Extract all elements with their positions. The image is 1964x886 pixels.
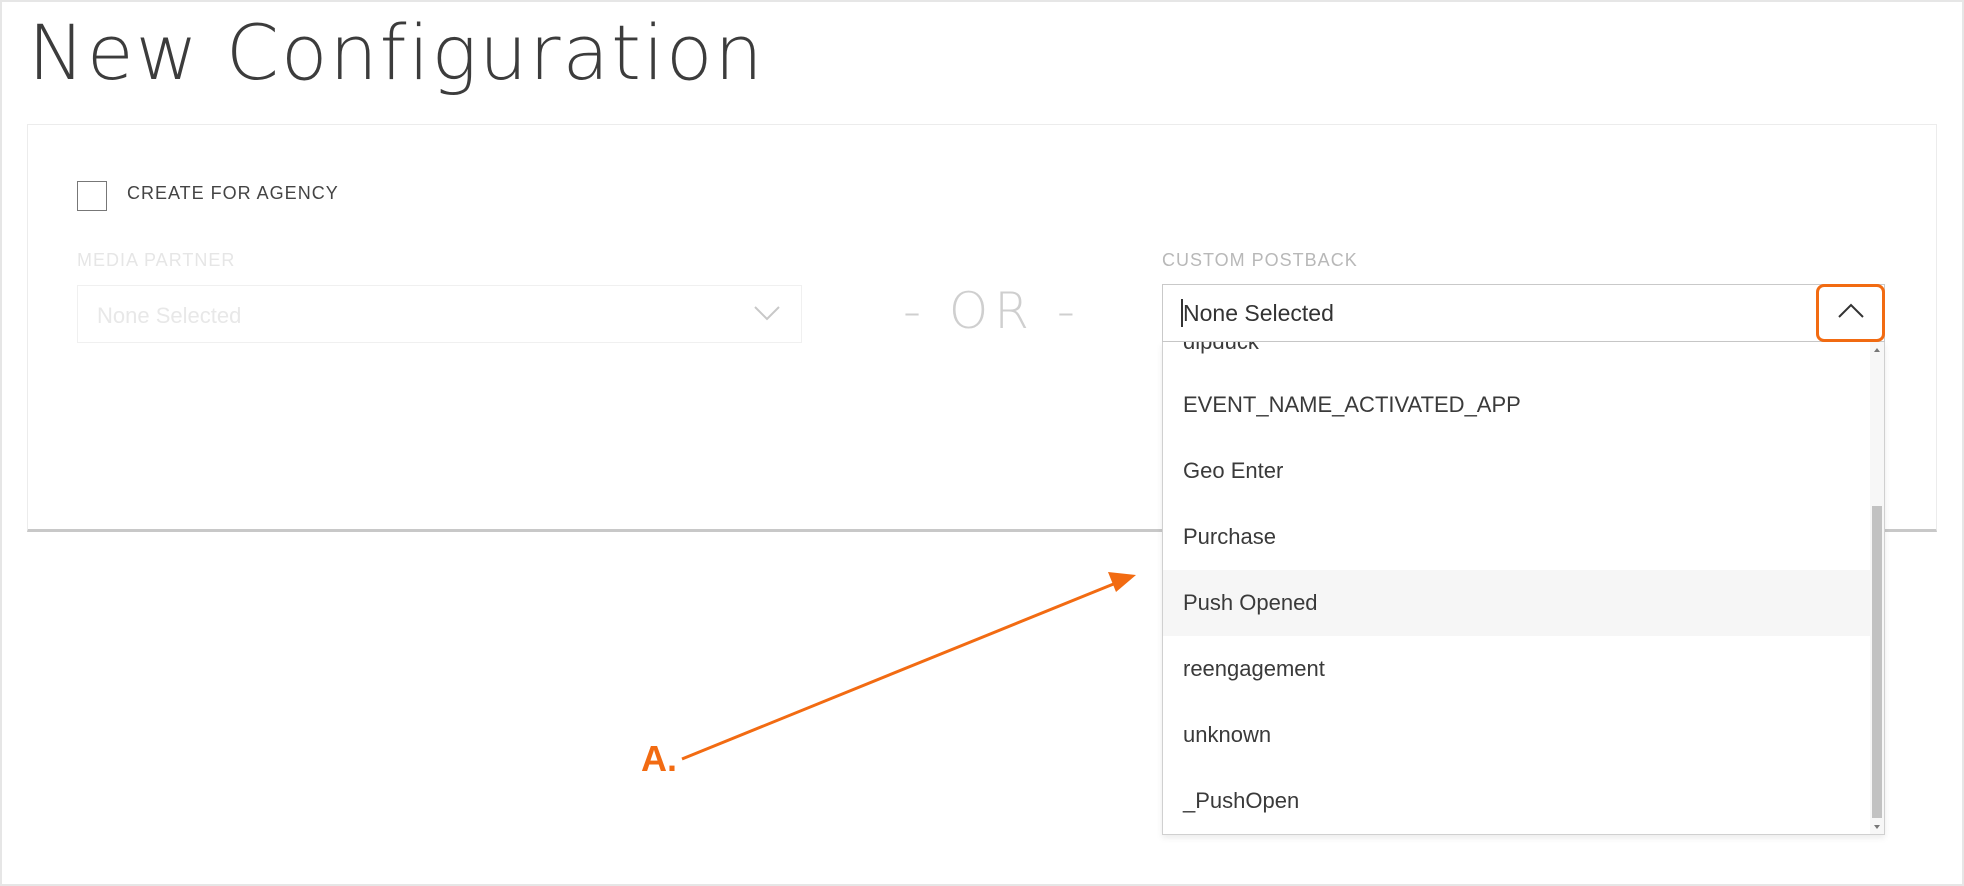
dropdown-option[interactable]: unknown: [1163, 702, 1872, 768]
scroll-up-arrow-icon[interactable]: [1874, 348, 1880, 352]
custom-postback-value: None Selected: [1183, 300, 1334, 326]
chevron-up-icon: [1837, 302, 1865, 325]
or-separator: - OR -: [903, 282, 1081, 340]
dropdown-scrollbar[interactable]: [1870, 342, 1884, 834]
dropdown-option[interactable]: reengagement: [1163, 636, 1872, 702]
media-partner-value: None Selected: [97, 303, 242, 328]
scroll-down-arrow-icon[interactable]: [1874, 825, 1880, 829]
create-for-agency-checkbox[interactable]: [77, 181, 107, 211]
media-partner-label: MEDIA PARTNER: [77, 250, 236, 270]
chevron-down-icon: [753, 304, 781, 327]
dropdown-toggle-button[interactable]: [1816, 284, 1885, 342]
create-for-agency-label: CREATE FOR AGENCY: [127, 183, 339, 203]
page-title: New Configuration: [28, 8, 765, 97]
scrollbar-thumb[interactable]: [1872, 506, 1882, 818]
annotation-label: A.: [641, 738, 677, 779]
dropdown-option[interactable]: Purchase: [1163, 504, 1872, 570]
dropdown-option[interactable]: EVENT_NAME_ACTIVATED_APP: [1163, 372, 1872, 438]
media-partner-select[interactable]: None Selected: [77, 285, 802, 343]
custom-postback-label: CUSTOM POSTBACK: [1162, 250, 1358, 270]
custom-postback-dropdown[interactable]: dipduck EVENT_NAME_ACTIVATED_APP Geo Ent…: [1162, 342, 1885, 835]
dropdown-option[interactable]: dipduck: [1163, 342, 1872, 375]
dropdown-option-hovered[interactable]: Push Opened: [1163, 570, 1872, 636]
dropdown-option[interactable]: Geo Enter: [1163, 438, 1872, 504]
dropdown-option[interactable]: _PushOpen: [1163, 768, 1872, 834]
custom-postback-select[interactable]: None Selected: [1162, 284, 1885, 342]
